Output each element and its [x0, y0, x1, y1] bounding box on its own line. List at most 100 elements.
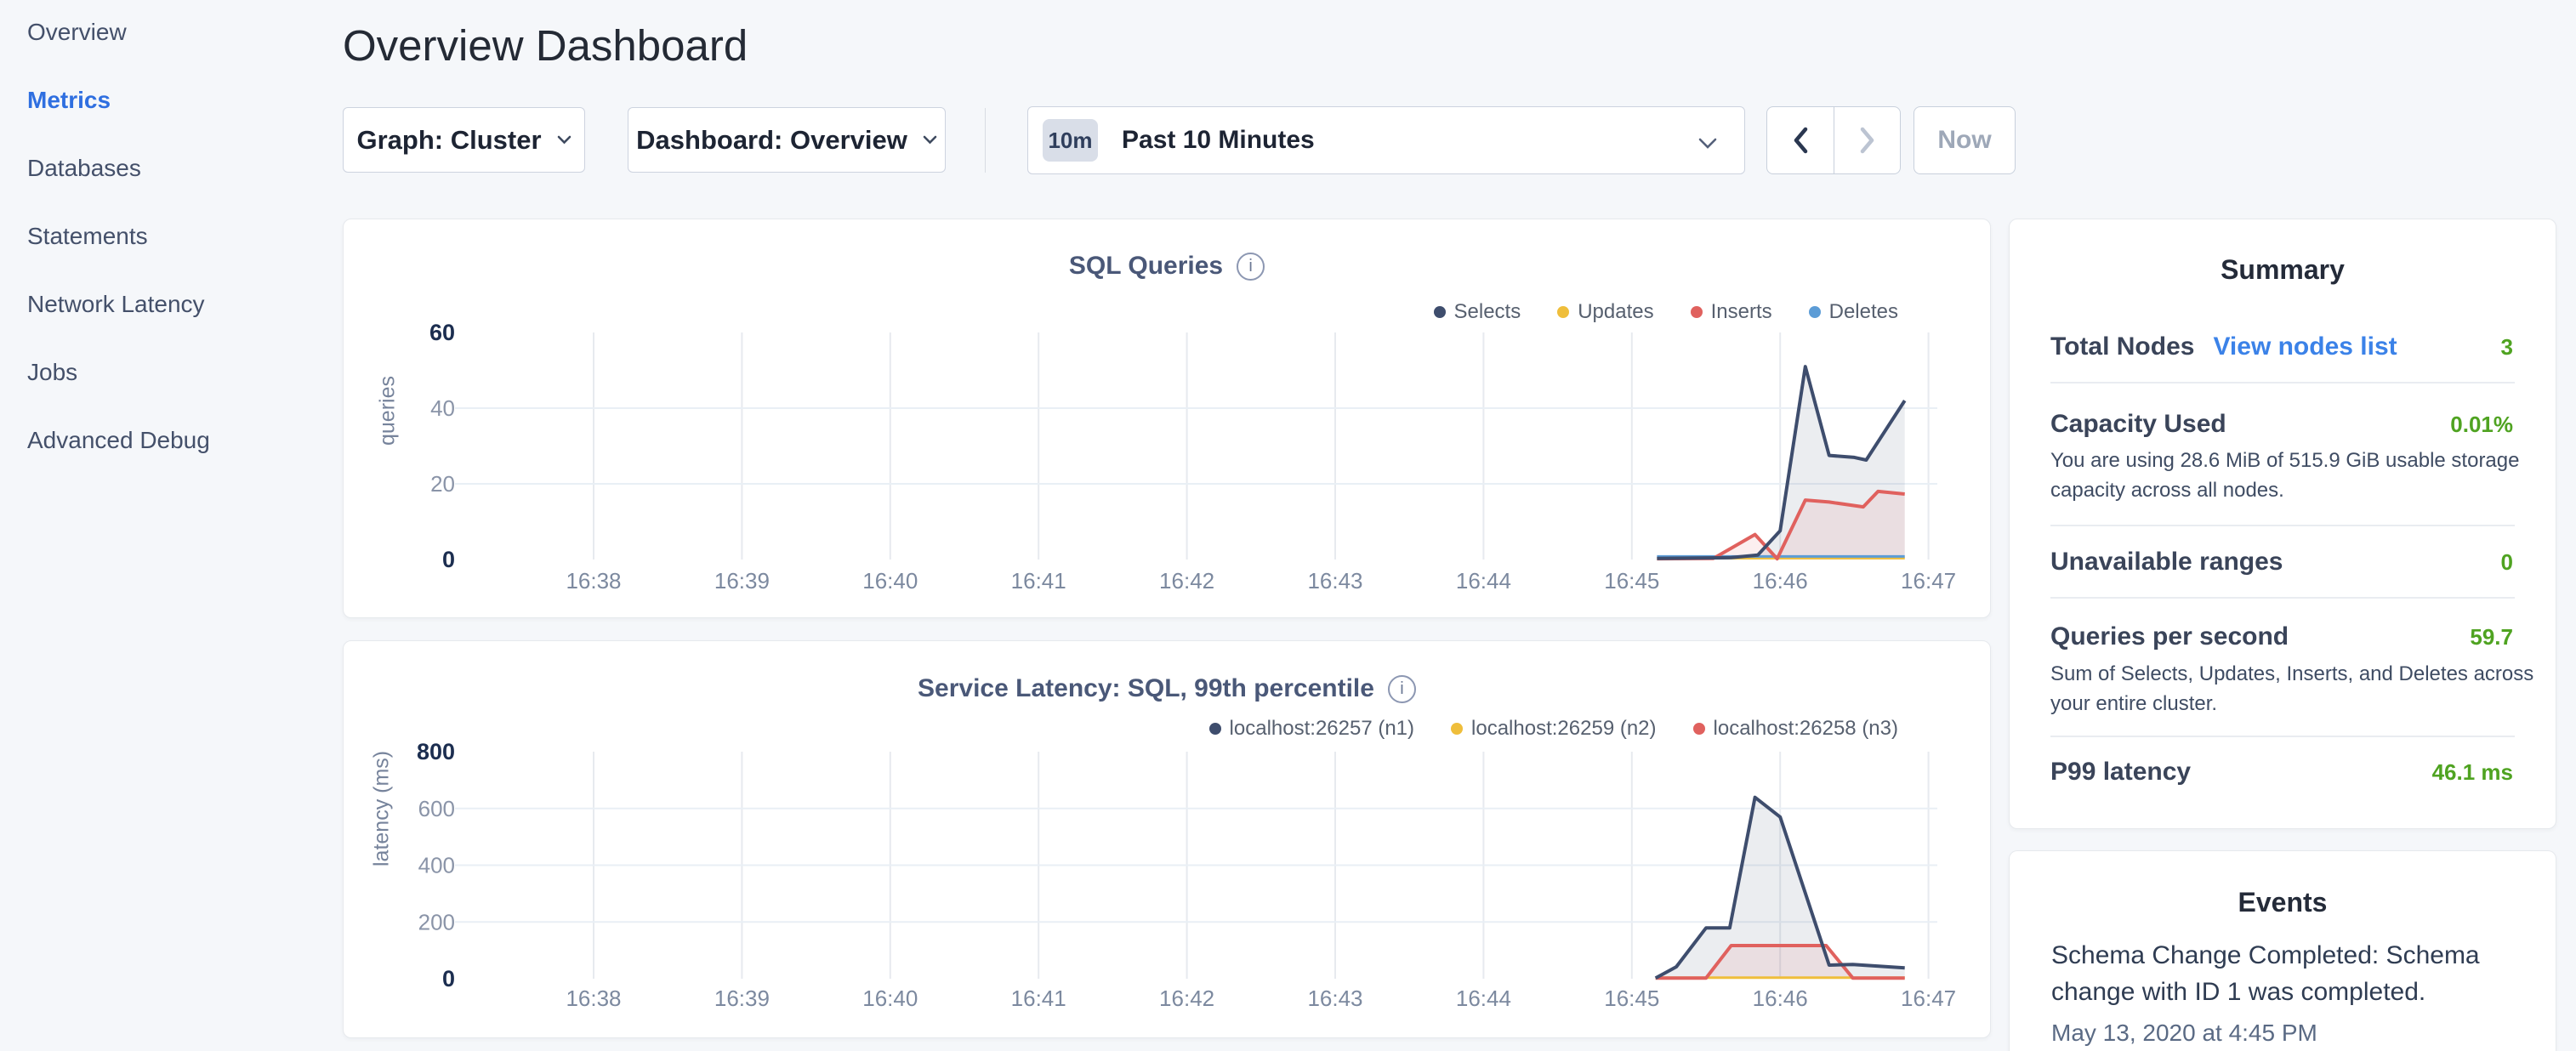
- svg-text:16:45: 16:45: [1604, 986, 1659, 1011]
- legend-label: localhost:26258 (n3): [1714, 717, 1898, 741]
- time-forward-button[interactable]: [1834, 107, 1900, 173]
- row-label: Capacity Used: [2050, 410, 2226, 439]
- sidebar-item-overview[interactable]: Overview: [27, 0, 127, 66]
- svg-text:16:44: 16:44: [1456, 986, 1511, 1011]
- info-icon[interactable]: i: [1388, 675, 1416, 703]
- legend-label: Selects: [1454, 300, 1521, 324]
- sidebar-item-jobs[interactable]: Jobs: [27, 338, 77, 406]
- row-label: Total Nodes: [2050, 332, 2194, 361]
- chart-title: Service Latency: SQL, 99th percentile: [918, 674, 1374, 703]
- summary-row-qps: Queries per second 59.7: [2050, 623, 2513, 650]
- event-text: Schema Change Completed: Schema change w…: [2051, 937, 2522, 1010]
- legend-dot-icon: [1557, 306, 1569, 318]
- time-window-badge: 10m: [1043, 119, 1098, 162]
- summary-row-capacity: Capacity Used 0.01%: [2050, 411, 2513, 438]
- legend-dot-icon: [1809, 306, 1821, 318]
- row-subtext: You are using 28.6 MiB of 515.9 GiB usab…: [2050, 446, 2539, 505]
- summary-row-p99: P99 latency 46.1 ms: [2050, 758, 2513, 786]
- graph-dropdown[interactable]: Graph: Cluster: [343, 107, 585, 173]
- row-value: 0.01%: [2450, 412, 2513, 438]
- chevron-down-icon: [1698, 138, 1717, 149]
- svg-text:600: 600: [418, 796, 455, 821]
- legend-item[interactable]: Inserts: [1691, 300, 1772, 324]
- svg-text:16:44: 16:44: [1456, 568, 1511, 594]
- chevron-left-icon: [1796, 129, 1805, 151]
- summary-title: Summary: [2010, 254, 2556, 286]
- legend-label: localhost:26259 (n2): [1471, 717, 1656, 741]
- svg-text:400: 400: [418, 853, 455, 878]
- legend-dot-icon: [1691, 306, 1703, 318]
- svg-text:16:39: 16:39: [714, 986, 770, 1011]
- chart-legend: localhost:26257 (n1) localhost:26259 (n2)…: [1209, 717, 1898, 741]
- legend-item[interactable]: localhost:26257 (n1): [1209, 717, 1414, 741]
- latency-chart-card: 16:38 16:39 16:40 16:41 16:42 16:43 16:44 16:45…: [343, 640, 1991, 1038]
- row-label: Unavailable ranges: [2050, 548, 2283, 577]
- summary-card: Summary Total Nodes View nodes list 3 Ca…: [2009, 219, 2556, 829]
- dashboard-dropdown-label: Dashboard: Overview: [636, 125, 907, 156]
- dashboard-dropdown[interactable]: Dashboard: Overview: [628, 107, 946, 173]
- svg-text:800: 800: [417, 739, 455, 764]
- now-button[interactable]: Now: [1914, 106, 2016, 174]
- svg-text:16:43: 16:43: [1307, 986, 1362, 1011]
- summary-row-total-nodes: Total Nodes View nodes list 3: [2050, 333, 2513, 361]
- row-value: 3: [2501, 334, 2513, 361]
- sidebar-item-network-latency[interactable]: Network Latency: [27, 270, 205, 338]
- svg-text:60: 60: [429, 320, 455, 345]
- row-label: Queries per second: [2050, 622, 2289, 651]
- view-nodes-link[interactable]: View nodes list: [2213, 332, 2397, 361]
- page-title: Overview Dashboard: [343, 20, 748, 71]
- time-nav-group: [1766, 106, 1901, 174]
- svg-text:16:38: 16:38: [566, 568, 621, 594]
- svg-text:16:46: 16:46: [1753, 568, 1808, 594]
- svg-text:16:41: 16:41: [1011, 568, 1066, 594]
- svg-text:20: 20: [430, 471, 455, 497]
- svg-text:16:45: 16:45: [1604, 568, 1659, 594]
- events-card: Events Schema Change Completed: Schema c…: [2009, 850, 2556, 1051]
- sidebar-item-advanced-debug[interactable]: Advanced Debug: [27, 406, 210, 474]
- svg-text:16:42: 16:42: [1159, 986, 1214, 1011]
- svg-text:16:43: 16:43: [1307, 568, 1362, 594]
- chevron-down-icon: [557, 135, 571, 145]
- summary-row-unavailable: Unavailable ranges 0: [2050, 548, 2513, 576]
- svg-text:40: 40: [430, 395, 455, 421]
- svg-text:16:47: 16:47: [1901, 986, 1956, 1011]
- row-value: 0: [2501, 549, 2513, 576]
- legend-label: Deletes: [1829, 300, 1898, 324]
- row-value: 46.1 ms: [2432, 759, 2513, 786]
- chevron-right-icon: [1862, 129, 1872, 151]
- legend-item[interactable]: localhost:26258 (n3): [1693, 717, 1898, 741]
- sidebar-item-metrics[interactable]: Metrics: [27, 66, 111, 134]
- svg-text:16:46: 16:46: [1753, 986, 1808, 1011]
- row-value: 59.7: [2470, 624, 2513, 650]
- legend-label: Inserts: [1711, 300, 1772, 324]
- svg-text:16:40: 16:40: [862, 986, 918, 1011]
- svg-text:16:47: 16:47: [1901, 568, 1956, 594]
- svg-text:16:39: 16:39: [714, 568, 770, 594]
- time-back-button[interactable]: [1767, 107, 1834, 173]
- toolbar-divider: [985, 108, 986, 173]
- event-timestamp: May 13, 2020 at 4:45 PM: [2051, 1020, 2317, 1047]
- legend-item[interactable]: localhost:26259 (n2): [1451, 717, 1656, 741]
- svg-text:0: 0: [442, 547, 455, 572]
- legend-dot-icon: [1693, 723, 1705, 735]
- legend-dot-icon: [1434, 306, 1446, 318]
- chart-legend: Selects Updates Inserts Deletes: [1434, 300, 1899, 324]
- chart-title: SQL Queries: [1069, 252, 1223, 281]
- events-title: Events: [2010, 887, 2556, 918]
- info-icon[interactable]: i: [1237, 253, 1265, 281]
- svg-text:16:38: 16:38: [566, 986, 621, 1011]
- graph-dropdown-label: Graph: Cluster: [356, 125, 541, 156]
- svg-text:200: 200: [418, 909, 455, 935]
- sidebar-item-databases[interactable]: Databases: [27, 134, 141, 202]
- svg-text:16:40: 16:40: [862, 568, 918, 594]
- svg-text:16:42: 16:42: [1159, 568, 1214, 594]
- svg-text:16:41: 16:41: [1011, 986, 1066, 1011]
- legend-item[interactable]: Updates: [1557, 300, 1653, 324]
- time-window-selector[interactable]: 10m Past 10 Minutes: [1027, 106, 1745, 174]
- legend-dot-icon: [1451, 723, 1463, 735]
- legend-label: Updates: [1578, 300, 1653, 324]
- svg-text:0: 0: [442, 966, 455, 991]
- legend-item[interactable]: Deletes: [1809, 300, 1898, 324]
- legend-item[interactable]: Selects: [1434, 300, 1521, 324]
- sidebar-item-statements[interactable]: Statements: [27, 202, 148, 270]
